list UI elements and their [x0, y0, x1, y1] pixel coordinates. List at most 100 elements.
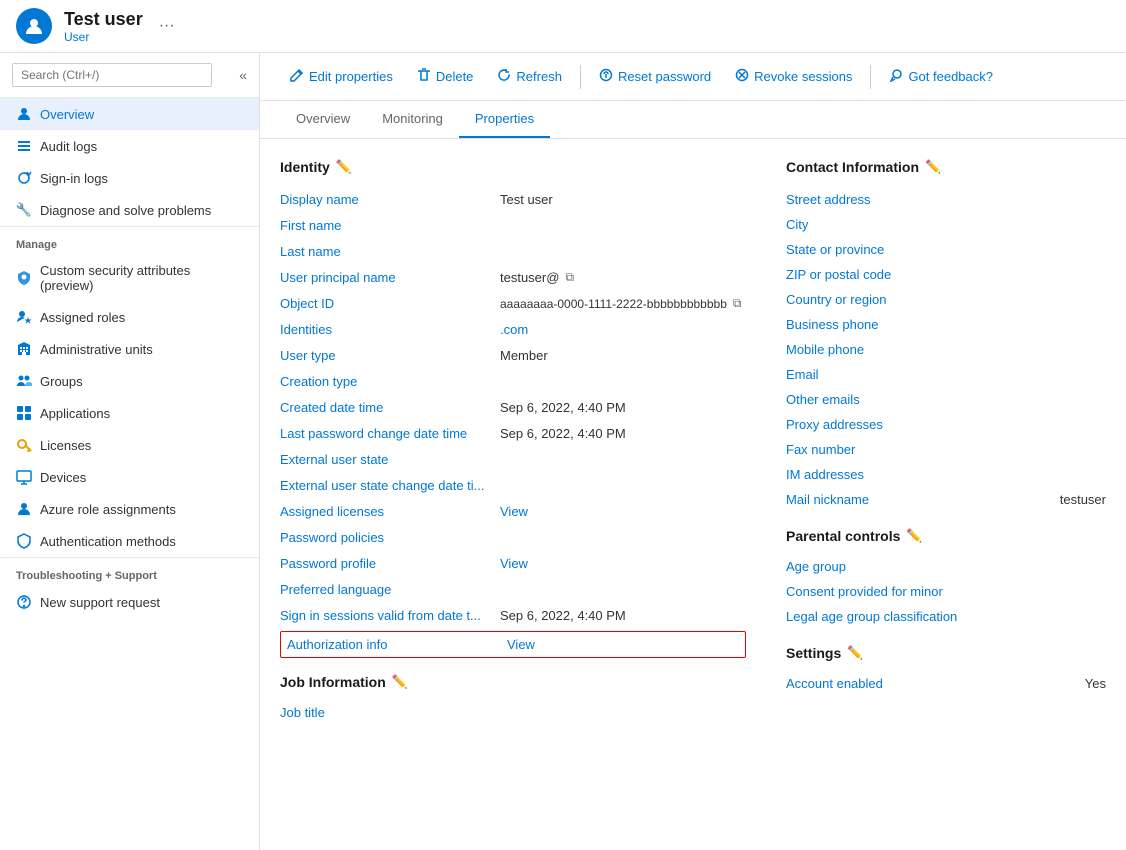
property-zip: ZIP or postal code	[786, 262, 1106, 287]
wrench-icon: 🔧	[16, 202, 32, 218]
sidebar-item-diagnose[interactable]: 🔧 Diagnose and solve problems	[0, 194, 259, 226]
property-consent-minor: Consent provided for minor	[786, 579, 1106, 604]
user-info: Test user User	[64, 9, 143, 44]
property-legal-age: Legal age group classification	[786, 604, 1106, 629]
refresh-icon	[497, 68, 511, 85]
property-email: Email	[786, 362, 1106, 387]
feedback-label: Got feedback?	[908, 69, 993, 84]
more-options-icon[interactable]: ···	[159, 17, 175, 35]
property-city: City	[786, 212, 1106, 237]
reset-password-icon	[599, 68, 613, 85]
sidebar-item-overview[interactable]: Overview	[0, 98, 259, 130]
settings-section-title: Settings ✏️	[786, 645, 1106, 661]
sidebar-item-label: Administrative units	[40, 342, 153, 357]
search-input[interactable]	[12, 63, 212, 87]
sidebar-item-azure-roles[interactable]: Azure role assignments	[0, 493, 259, 525]
sidebar-item-label: Sign-in logs	[40, 171, 108, 186]
edit-properties-label: Edit properties	[309, 69, 393, 84]
sidebar-item-label: Custom security attributes (preview)	[40, 263, 243, 293]
copy-upn-icon[interactable]: ⧉	[565, 270, 574, 285]
property-last-name: Last name	[280, 239, 746, 265]
identity-edit-icon[interactable]: ✏️	[336, 159, 352, 175]
property-creation-type: Creation type	[280, 369, 746, 395]
property-sign-in-sessions: Sign in sessions valid from date t... Se…	[280, 603, 746, 629]
job-section-title: Job Information ✏️	[280, 674, 746, 690]
property-mail-nickname: Mail nickname testuser	[786, 487, 1106, 512]
sidebar-item-devices[interactable]: Devices	[0, 461, 259, 493]
collapse-sidebar-icon[interactable]: «	[239, 67, 247, 83]
property-pwd-policies: Password policies	[280, 525, 746, 551]
tab-overview[interactable]: Overview	[280, 101, 366, 138]
property-im-addresses: IM addresses	[786, 462, 1106, 487]
property-street: Street address	[786, 187, 1106, 212]
delete-icon	[417, 68, 431, 85]
tab-monitoring[interactable]: Monitoring	[366, 101, 459, 138]
contact-edit-icon[interactable]: ✏️	[925, 159, 941, 175]
property-first-name: First name	[280, 213, 746, 239]
sidebar-item-licenses[interactable]: Licenses	[0, 429, 259, 461]
property-fax: Fax number	[786, 437, 1106, 462]
revoke-sessions-label: Revoke sessions	[754, 69, 852, 84]
property-account-enabled: Account enabled Yes	[786, 671, 1106, 696]
reset-password-button[interactable]: Reset password	[589, 63, 721, 90]
troubleshoot-section-label: Troubleshooting + Support	[0, 557, 259, 586]
property-authorization-info: Authorization info View	[280, 631, 746, 658]
edit-icon	[290, 68, 304, 85]
sidebar: « Overview Audit logs Sign-in logs 🔧 Dia…	[0, 53, 260, 850]
edit-properties-button[interactable]: Edit properties	[280, 63, 403, 90]
tab-bar: Overview Monitoring Properties	[260, 101, 1126, 139]
revoke-sessions-icon	[735, 68, 749, 85]
app-grid-icon	[16, 405, 32, 421]
sidebar-search-container: «	[0, 53, 259, 98]
sidebar-item-assigned-roles[interactable]: Assigned roles	[0, 301, 259, 333]
property-age-group: Age group	[786, 554, 1106, 579]
sidebar-item-label: Groups	[40, 374, 83, 389]
property-state: State or province	[786, 237, 1106, 262]
feedback-button[interactable]: Got feedback?	[879, 63, 1003, 90]
sidebar-item-label: Licenses	[40, 438, 91, 453]
revoke-sessions-button[interactable]: Revoke sessions	[725, 63, 862, 90]
copy-object-id-icon[interactable]: ⧉	[733, 296, 742, 311]
parental-edit-icon[interactable]: ✏️	[906, 528, 922, 544]
sidebar-item-label: Assigned roles	[40, 310, 125, 325]
property-ext-user-state: External user state	[280, 447, 746, 473]
toolbar: Edit properties Delete Refresh Reset pas	[260, 53, 1126, 101]
sidebar-item-sign-in-logs[interactable]: Sign-in logs	[0, 162, 259, 194]
property-country: Country or region	[786, 287, 1106, 312]
property-upn: User principal name testuser@ ⧉	[280, 265, 746, 291]
delete-button[interactable]: Delete	[407, 63, 484, 90]
toolbar-separator-2	[870, 65, 871, 89]
list-icon	[16, 138, 32, 154]
property-created-date: Created date time Sep 6, 2022, 4:40 PM	[280, 395, 746, 421]
tab-properties[interactable]: Properties	[459, 101, 550, 138]
sidebar-item-groups[interactable]: Groups	[0, 365, 259, 397]
refresh-label: Refresh	[516, 69, 562, 84]
job-edit-icon[interactable]: ✏️	[392, 674, 408, 690]
identity-section-title: Identity ✏️	[280, 159, 746, 175]
shield-person-icon	[16, 270, 32, 286]
sidebar-item-new-support[interactable]: New support request	[0, 586, 259, 618]
user-name: Test user	[64, 9, 143, 30]
sidebar-item-admin-units[interactable]: Administrative units	[0, 333, 259, 365]
refresh-icon	[16, 170, 32, 186]
property-mobile-phone: Mobile phone	[786, 337, 1106, 362]
right-column: Contact Information ✏️ Street address Ci…	[786, 159, 1106, 830]
property-biz-phone: Business phone	[786, 312, 1106, 337]
refresh-button[interactable]: Refresh	[487, 63, 572, 90]
sidebar-item-label: New support request	[40, 595, 160, 610]
sidebar-item-audit-logs[interactable]: Audit logs	[0, 130, 259, 162]
sidebar-item-auth-methods[interactable]: Authentication methods	[0, 525, 259, 557]
sidebar-item-applications[interactable]: Applications	[0, 397, 259, 429]
shield-icon	[16, 533, 32, 549]
person-icon	[16, 106, 32, 122]
sidebar-item-custom-security[interactable]: Custom security attributes (preview)	[0, 255, 259, 301]
settings-edit-icon[interactable]: ✏️	[847, 645, 863, 661]
property-assigned-licenses: Assigned licenses View	[280, 499, 746, 525]
people-icon	[16, 373, 32, 389]
user-type-label: User	[64, 30, 143, 44]
avatar	[16, 8, 52, 44]
sidebar-item-label: Authentication methods	[40, 534, 176, 549]
properties-panel: Identity ✏️ Display name Test user First…	[260, 139, 1126, 850]
monitor-icon	[16, 469, 32, 485]
question-circle-icon	[16, 594, 32, 610]
